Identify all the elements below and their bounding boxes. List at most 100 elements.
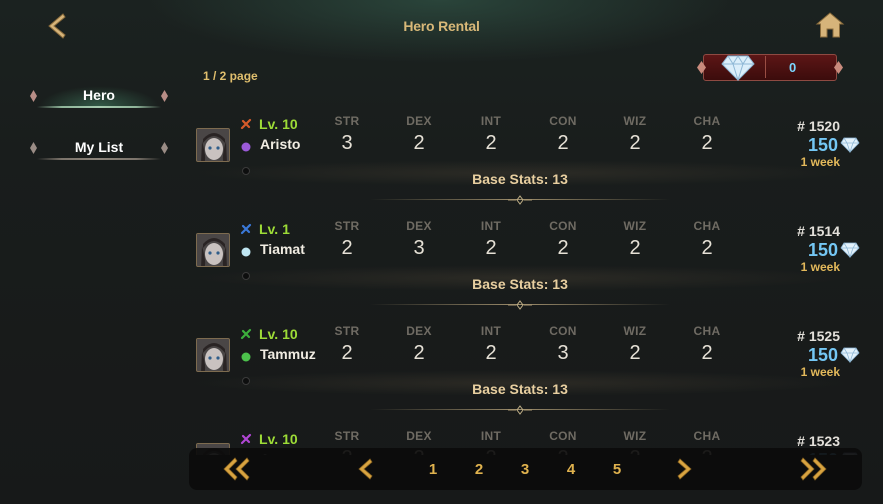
base-stats: Base Stats: 13 xyxy=(472,171,568,187)
tab-my-list-label: My List xyxy=(74,139,124,155)
divider-ornament-icon xyxy=(508,195,532,205)
prev-page-button[interactable] xyxy=(356,457,374,486)
hero-stat: DEX 2 xyxy=(389,114,449,155)
currency-display[interactable]: 0 xyxy=(697,52,843,83)
base-stats: Base Stats: 13 xyxy=(472,276,568,292)
stat-label: WIZ xyxy=(623,114,647,128)
double-chevron-right-icon xyxy=(800,457,827,481)
hero-level: Lv. 10 xyxy=(259,431,298,447)
hero-portrait xyxy=(196,338,230,372)
stat-label: STR xyxy=(334,429,360,443)
hero-element-icon xyxy=(241,142,251,152)
tab-ornament-left-icon xyxy=(30,90,37,102)
stat-value: 2 xyxy=(485,237,497,259)
hero-stat: CON 2 xyxy=(533,114,593,155)
stat-value: 2 xyxy=(413,132,425,154)
rental-duration: 1 week xyxy=(800,155,840,169)
stat-value: 2 xyxy=(557,237,569,259)
rental-duration: 1 week xyxy=(800,365,840,379)
hero-id: # 1523 xyxy=(797,433,840,449)
hero-id: # 1525 xyxy=(797,328,840,344)
tab-ornament-right-icon xyxy=(161,142,168,154)
tab-ornament-left-icon xyxy=(30,142,37,154)
hero-stat: INT 2 xyxy=(461,324,521,365)
hero-portrait xyxy=(196,233,230,267)
rental-price: 150 xyxy=(808,135,860,156)
hero-list[interactable]: Lv. 10 Aristo STR 3 DEX 2 INT 2 CON 2 WIZ 2 CHA 2 Base… xyxy=(190,105,860,455)
hero-stat: STR 2 xyxy=(317,219,377,260)
stat-value: 2 xyxy=(629,342,641,364)
stat-value: 2 xyxy=(485,342,497,364)
stat-value: 3 xyxy=(557,342,569,364)
divider-ornament-icon xyxy=(508,405,532,415)
hero-stat: STR 3 xyxy=(317,114,377,155)
stat-label: CHA xyxy=(693,114,721,128)
stat-label: WIZ xyxy=(623,429,647,443)
frame-ornament-right-icon xyxy=(834,61,843,74)
next-page-button[interactable] xyxy=(676,457,694,486)
diamond-icon xyxy=(840,242,860,258)
stat-label: STR xyxy=(334,114,360,128)
stat-label: STR xyxy=(334,324,360,338)
stat-label: INT xyxy=(480,429,502,443)
base-stats: Base Stats: 13 xyxy=(472,381,568,397)
price-value: 150 xyxy=(807,240,838,260)
stat-value: 2 xyxy=(701,237,713,259)
stat-label: DEX xyxy=(406,219,432,233)
page-number-1[interactable]: 1 xyxy=(423,461,443,478)
hero-level: Lv. 10 xyxy=(259,326,298,342)
page-number-4[interactable]: 4 xyxy=(561,461,581,478)
hero-class-icon xyxy=(240,433,252,445)
hero-name: Tiamat xyxy=(260,241,305,257)
first-page-button[interactable] xyxy=(221,456,251,487)
hero-row[interactable]: Lv. 1 Tiamat STR 2 DEX 3 INT 2 CON 2 WIZ 2 CHA 2 Base … xyxy=(190,210,860,315)
hero-stat: CON 3 xyxy=(533,324,593,365)
hero-element-icon xyxy=(241,247,251,257)
stat-label: CON xyxy=(549,429,577,443)
hero-class-icon xyxy=(240,223,252,235)
tab-hero[interactable]: Hero xyxy=(29,84,169,108)
stat-value: 2 xyxy=(701,132,713,154)
hero-stat: CHA 2 xyxy=(677,114,737,155)
row-divider xyxy=(370,405,670,415)
page-number-5[interactable]: 5 xyxy=(607,461,627,478)
hero-stat: WIZ 2 xyxy=(605,219,665,260)
stat-label: INT xyxy=(480,219,502,233)
tab-underline xyxy=(37,158,161,160)
pagination-bar: 1 2 3 4 5 xyxy=(189,448,862,490)
hero-row[interactable]: Lv. 10 Tammuz STR 2 DEX 2 INT 2 CON 3 WIZ 2 CHA 2 Base… xyxy=(190,315,860,420)
chevron-right-icon xyxy=(677,458,692,480)
rental-price: 150 xyxy=(807,240,860,261)
hero-class-icon xyxy=(240,118,252,130)
stat-label: CHA xyxy=(693,219,721,233)
hero-status-dot xyxy=(242,377,250,385)
diamond-icon xyxy=(721,55,755,81)
diamond-icon xyxy=(840,347,860,363)
currency-separator xyxy=(765,56,766,78)
stat-label: CON xyxy=(549,219,577,233)
hero-row[interactable]: Lv. 10 Aristo STR 3 DEX 2 INT 2 CON 2 WIZ 2 CHA 2 Base… xyxy=(190,105,860,210)
tab-underline xyxy=(37,106,161,108)
hero-element-icon xyxy=(241,352,251,362)
stat-value: 2 xyxy=(629,237,641,259)
home-button[interactable] xyxy=(815,11,845,39)
hero-class-icon xyxy=(240,328,252,340)
row-divider xyxy=(370,300,670,310)
hero-stat: CON 2 xyxy=(533,219,593,260)
stat-label: CON xyxy=(549,324,577,338)
last-page-button[interactable] xyxy=(799,456,829,487)
hero-stat: CHA 2 xyxy=(677,324,737,365)
tab-my-list[interactable]: My List xyxy=(29,136,169,160)
hero-level: Lv. 1 xyxy=(259,221,290,237)
diamond-icon xyxy=(840,137,860,153)
stat-value: 3 xyxy=(341,132,353,154)
page-number-2[interactable]: 2 xyxy=(469,461,489,478)
tab-hero-label: Hero xyxy=(83,87,115,103)
stat-value: 2 xyxy=(557,132,569,154)
hero-stat: WIZ 2 xyxy=(605,114,665,155)
stat-value: 2 xyxy=(485,132,497,154)
stat-value: 2 xyxy=(413,342,425,364)
hero-status-dot xyxy=(242,272,250,280)
page-number-3[interactable]: 3 xyxy=(515,461,535,478)
page-title: Hero Rental xyxy=(403,18,480,34)
